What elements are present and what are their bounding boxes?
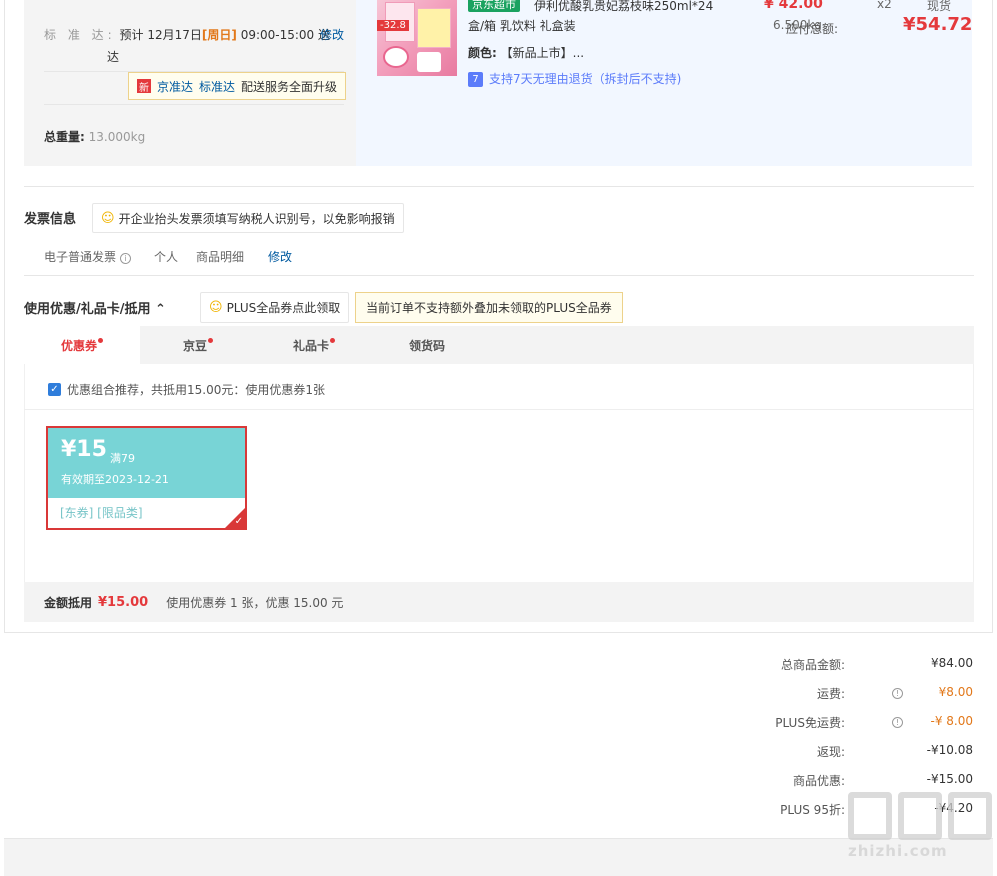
divider [24,275,974,276]
discount-bar-note: 使用优惠券 1 张，优惠 15.00 元 [166,595,344,610]
product-color: 颜色: 【新品上市】... [468,44,584,61]
recommend-text: 优惠组合推荐，共抵用15.00元：使用优惠券1张 [67,383,325,397]
return-text: 支持7天无理由退货（拆封后不支持) [489,72,682,86]
recommend-checkbox[interactable]: ✓ [48,383,61,396]
total-label: 应付总额: [786,22,839,36]
coupon-expiry: 有效期至2023-12-21 [61,473,169,486]
coupon-condition: 满79 [110,452,135,465]
image-price-badge: -32.8 [377,20,409,31]
plus-coupon-tip[interactable]: ☺ PLUS全品券点此领取 [200,292,350,323]
weight-value: 13.000kg [88,130,146,144]
total-weight: 总重量: 13.000kg [44,128,145,145]
product-price: ¥ 42.00 [764,0,823,12]
tab-pickup-code[interactable]: 领货码 [372,326,482,364]
coupon-card[interactable]: ¥15 满79 有效期至2023-12-21 [东券] [限品类] ✓ [46,426,247,530]
lightbulb-icon: ☺ [101,210,115,226]
estimate-weekday: [周日] [201,28,237,42]
sum-plus-free-shipping: PLUS免运费:! -¥ 8.00 [775,714,973,730]
plus-coupon-notice: 当前订单不支持额外叠加未领取的PLUS全品券 [355,292,623,323]
red-dot-icon [208,337,213,343]
info-icon[interactable]: ! [892,717,903,728]
product-image[interactable]: -32.8 [377,0,457,76]
lightbulb-icon: ☺ [209,300,223,315]
sum-product-discount: 商品优惠: -¥15.00 [792,772,973,788]
invoice-type: 电子普通发票 i [44,248,131,265]
color-value: 【新品上市】... [500,46,585,60]
delivery-upgrade-tip: 新 京准达 标准达 配送服务全面升级 [128,72,347,100]
shipping-modify-link[interactable]: 修改 [320,26,344,43]
tab-jingdou[interactable]: 京豆 [140,326,256,364]
info-icon[interactable]: ! [892,688,903,699]
recommend-row[interactable]: ✓ 优惠组合推荐，共抵用15.00元：使用优惠券1张 [48,381,325,398]
total-amount: ¥54.72 [903,14,973,35]
site-watermark: zhizhi.com [848,792,997,876]
watermark-text: zhizhi.com [848,842,948,860]
red-dot-icon [330,337,335,343]
total-bar [4,838,993,876]
new-badge: 新 [137,79,151,94]
red-dot-icon [98,337,103,343]
invoice-modify-link[interactable]: 修改 [268,248,292,265]
coupon-amount: ¥15 [61,437,107,462]
weight-label: 总重量: [44,130,85,144]
jd-supermarket-tag: 京东超市 [468,0,520,12]
discount-tabs: 优惠券 京豆 礼品卡 领货码 [24,326,974,364]
shipping-label: 标 准 达: [44,28,116,42]
estimate-time-cont: 达 [107,50,120,64]
discount-bar-label: 金额抵用 [44,595,93,610]
check-icon: ✓ [234,516,243,527]
info-icon[interactable]: i [119,253,131,264]
sum-shipping: 运费:! ¥8.00 [816,685,973,701]
estimate-time: 09:00-15:00 送 [240,28,330,42]
sum-goods-total: 总商品金额: ¥84.00 [780,656,973,672]
plus-coupon-text[interactable]: PLUS全品券点此领取 [227,299,341,316]
tab-giftcard[interactable]: 礼品卡 [256,326,372,364]
coupon-tags: [东券] [限品类] [60,506,143,520]
invoice-title-type: 个人 [154,250,179,264]
discount-summary-bar: 金额抵用 ¥15.00 使用优惠券 1 张，优惠 15.00 元 [24,582,974,622]
tab-coupon[interactable]: 优惠券 [24,326,140,364]
invoice-tip-text: 开企业抬头发票须填写纳税人识别号，以免影响报销 [118,211,395,226]
jzd-link[interactable]: 京准达 [157,78,193,95]
divider [44,104,344,105]
chevron-up-icon[interactable]: ⌃ [155,302,166,317]
bzd-link[interactable]: 标准达 [199,78,235,95]
divider [24,186,974,187]
shipping-estimate: 标 准 达: 预计 12月17日[周日] 09:00-15:00 送 [44,26,330,43]
estimate-date: 预计 12月17日 [119,28,202,42]
return-7day-icon: 7 [468,72,483,87]
product-quantity: x2 [877,0,892,11]
discount-title[interactable]: 使用优惠/礼品卡/抵用 ⌃ [24,298,166,317]
stock-status: 现货 [927,0,952,13]
discount-bar-amount: ¥15.00 [98,594,149,610]
invoice-tip: ☺ 开企业抬头发票须填写纳税人识别号，以免影响报销 [92,203,404,233]
divider [24,409,974,410]
return-policy: 7 支持7天无理由退货（拆封后不支持) [468,70,681,87]
tip-text: 配送服务全面升级 [241,79,338,94]
color-label: 颜色: [468,46,497,60]
coupon-face: ¥15 满79 有效期至2023-12-21 [48,428,245,498]
invoice-content: 商品明细 [196,250,245,264]
sum-cashback: 返现: -¥10.08 [816,743,973,759]
invoice-title: 发票信息 [24,212,77,227]
